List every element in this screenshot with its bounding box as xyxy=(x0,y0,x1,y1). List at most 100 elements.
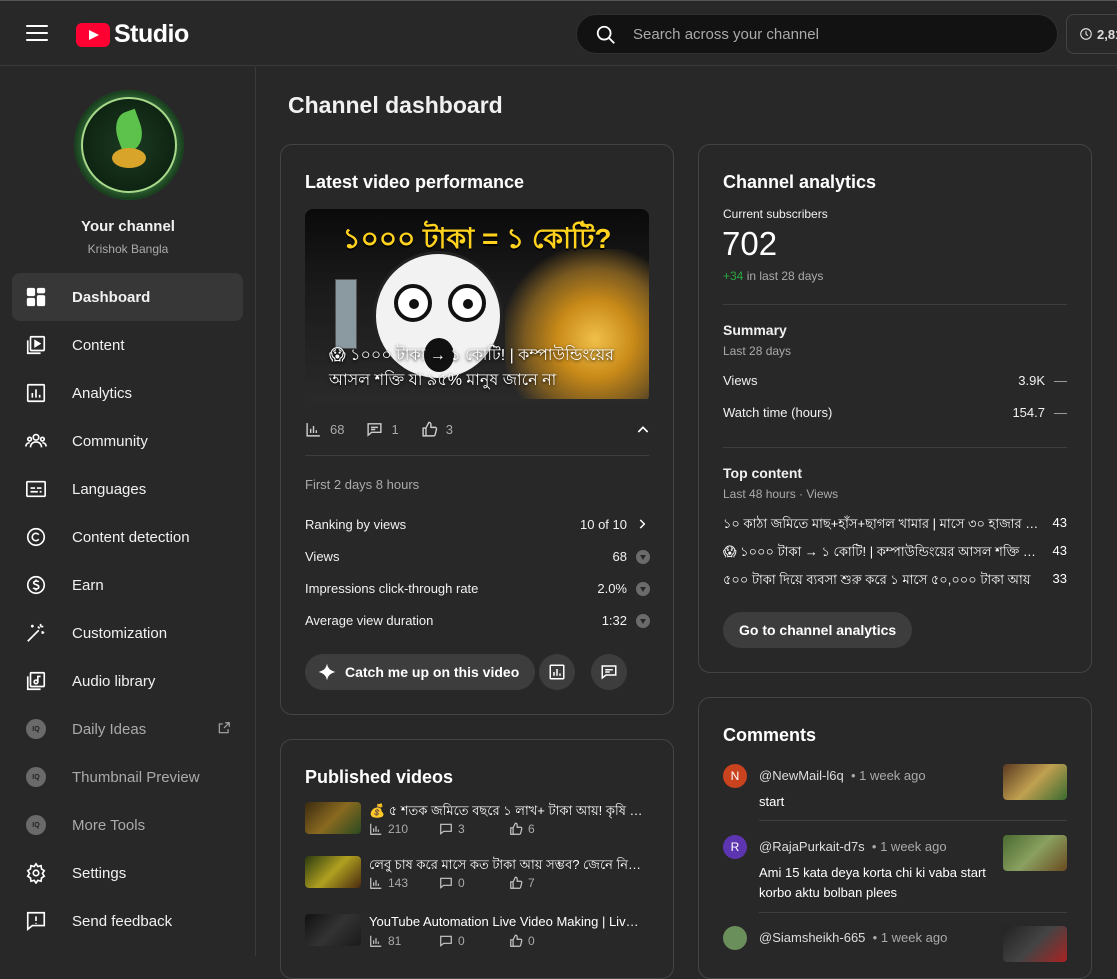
comment-item[interactable]: N @NewMail-l6q • 1 week ago start xyxy=(723,764,1067,824)
sidebar-item-languages[interactable]: Languages xyxy=(12,465,243,513)
comment-author: @Siamsheikh-665 xyxy=(759,930,866,945)
iq-badge: IQ xyxy=(26,767,46,787)
video-row[interactable]: 💰 ৫ শতক জমিতে বছরে ১ লাখ+ টাকা আয়! কৃষি… xyxy=(305,802,649,846)
search-bar[interactable] xyxy=(576,14,1058,54)
video-thumbnail xyxy=(305,914,361,946)
stat-label: Views xyxy=(305,549,340,564)
video-comments: 3 xyxy=(458,822,465,836)
video-title: লেবু চাষ করে মাসে কত টাকা আয় সম্ভব? জেন… xyxy=(369,857,645,872)
stat-label: Ranking by views xyxy=(305,517,407,532)
search-input[interactable] xyxy=(633,23,1033,45)
video-views: 143 xyxy=(388,876,409,890)
comment-item[interactable]: @Siamsheikh-665 • 1 week ago xyxy=(723,926,1067,966)
catch-me-up-button[interactable]: Catch me up on this video xyxy=(305,654,536,690)
comment-meta: @Siamsheikh-665 • 1 week ago xyxy=(759,930,947,945)
latest-video-card: Latest video performance ১০০০ টাকা = ১ ক… xyxy=(280,144,674,715)
summary-value: 3.9K xyxy=(1018,373,1045,388)
top-content-views: 33 xyxy=(1052,571,1067,586)
menu-icon[interactable] xyxy=(26,25,48,43)
sidebar-item-customization[interactable]: Customization xyxy=(12,609,243,657)
comment-meta: @RajaPurkait-d7s • 1 week ago xyxy=(759,839,947,854)
sidebar-item-settings[interactable]: Settings xyxy=(12,849,243,897)
sidebar-item-dashboard[interactable]: Dashboard xyxy=(12,273,243,321)
sidebar-item-earn[interactable]: Earn xyxy=(12,561,243,609)
latest-video-title: Latest video performance xyxy=(305,172,525,192)
comment-author: @NewMail-l6q xyxy=(759,768,844,783)
summary-trend: — xyxy=(1054,373,1067,388)
summary-period: Last 28 days xyxy=(723,344,792,358)
ranking-value[interactable]: 10 of 10 xyxy=(580,517,627,532)
catch-me-up-label: Catch me up on this video xyxy=(345,664,520,680)
comment-item[interactable]: R @RajaPurkait-d7s • 1 week ago Ami 15 k… xyxy=(723,835,1067,905)
external-link-icon xyxy=(218,722,230,734)
thumbs-up-icon xyxy=(510,822,523,835)
sparkle-icon xyxy=(318,663,336,681)
comments-button[interactable] xyxy=(591,654,627,690)
top-content-views: 43 xyxy=(1052,543,1067,558)
summary-label: Watch time (hours) xyxy=(723,405,833,420)
sidebar-item-label: More Tools xyxy=(72,816,146,834)
views-count: 68 xyxy=(330,422,345,437)
top-content-views: 43 xyxy=(1052,515,1067,530)
sidebar-item-label: Languages xyxy=(72,480,147,498)
video-likes: 0 xyxy=(528,934,535,948)
iq-badge: IQ xyxy=(26,815,46,835)
comment-time: • 1 week ago xyxy=(871,839,947,854)
stat-label: Impressions click-through rate xyxy=(305,581,479,596)
sidebar-item-more-tools[interactable]: IQ More Tools xyxy=(12,801,243,849)
dollar-icon xyxy=(24,573,48,597)
sidebar-nav: Dashboard Content Analytics Community La… xyxy=(12,273,243,945)
video-thumbnail xyxy=(305,802,361,834)
sidebar-item-content[interactable]: Content xyxy=(12,321,243,369)
comments-count: 1 xyxy=(391,422,399,437)
realtime-chip[interactable]: 2,81 xyxy=(1066,14,1117,54)
analytics-button[interactable] xyxy=(539,654,575,690)
likes-count: 3 xyxy=(445,422,453,437)
channel-avatar[interactable] xyxy=(74,90,184,200)
published-videos-card: Published videos 💰 ৫ শতক জমিতে বছরে ১ লা… xyxy=(280,739,674,979)
sidebar-item-send-feedback[interactable]: Send feedback xyxy=(12,897,243,945)
logo-text: Studio xyxy=(114,20,189,48)
analytics-icon xyxy=(24,381,48,405)
comment-time: • 1 week ago xyxy=(850,768,926,783)
sidebar-item-community[interactable]: Community xyxy=(12,417,243,465)
top-content-title-text: 😱 ১০০০ টাকা → ১ কোটি! | কম্পাউন্ডিংয়ের … xyxy=(723,544,1041,559)
top-content-item[interactable]: ৫০০ টাকা দিয়ে ব্যবসা শুরু করে ১ মাসে ৫০… xyxy=(723,571,1067,592)
comment-meta: @NewMail-l6q • 1 week ago xyxy=(759,768,926,783)
main-content: Channel dashboard Latest video performan… xyxy=(257,67,1117,979)
video-row[interactable]: YouTube Automation Live Video Making | L… xyxy=(305,914,649,958)
comment-icon xyxy=(440,935,452,947)
copyright-icon xyxy=(24,525,48,549)
magic-wand-icon xyxy=(24,621,48,645)
thumbs-up-icon xyxy=(510,934,523,947)
thumbnail-caption: 😱 ১০০০ টাকা → ১ কোটি! | কম্পাউন্ডিংয়ের … xyxy=(329,347,614,389)
sidebar-item-daily-ideas[interactable]: IQ Daily Ideas xyxy=(12,705,243,753)
iq-badge: IQ xyxy=(26,719,46,739)
sidebar-item-content-detection[interactable]: Content detection xyxy=(12,513,243,561)
go-to-analytics-button[interactable]: Go to channel analytics xyxy=(723,612,913,648)
comment-text: Ami 15 kata deya korta chi ki vaba start… xyxy=(759,865,986,900)
audio-library-icon xyxy=(24,669,48,693)
top-content-title: Top content xyxy=(723,465,803,481)
sidebar-item-analytics[interactable]: Analytics xyxy=(12,369,243,417)
top-content-item[interactable]: ১০ কাঠা জমিতে মাছ+হাঁস+ছাগল খামার | মাসে… xyxy=(723,515,1067,536)
studio-logo[interactable]: Studio xyxy=(76,20,189,49)
comment-video-thumbnail xyxy=(1003,764,1067,800)
stat-value: 68 xyxy=(612,549,627,564)
subscribers-delta-row: +34 in last 28 days xyxy=(723,269,823,283)
page-title: Channel dashboard xyxy=(288,92,503,118)
sidebar-item-audio-library[interactable]: Audio library xyxy=(12,657,243,705)
sidebar-item-label: Content xyxy=(72,336,125,354)
chevron-up-icon[interactable] xyxy=(635,422,651,438)
iq-icon: IQ xyxy=(24,813,48,837)
avatar xyxy=(723,926,747,950)
video-row[interactable]: লেবু চাষ করে মাসে কত টাকা আয় সম্ভব? জেন… xyxy=(305,856,649,900)
channel-title: Your channel xyxy=(81,218,175,235)
stat-value: 2.0% xyxy=(597,581,627,596)
chevron-right-icon[interactable] xyxy=(635,517,649,531)
sidebar-item-thumbnail-preview[interactable]: IQ Thumbnail Preview xyxy=(12,753,243,801)
top-content-item[interactable]: 😱 ১০০০ টাকা → ১ কোটি! | কম্পাউন্ডিংয়ের … xyxy=(723,543,1067,564)
content-icon xyxy=(24,333,48,357)
stat-value: 1:32 xyxy=(601,613,627,628)
video-thumbnail[interactable]: ১০০০ টাকা = ১ কোটি? 😱 ১০০০ টাকা → ১ কোটি… xyxy=(305,209,649,403)
